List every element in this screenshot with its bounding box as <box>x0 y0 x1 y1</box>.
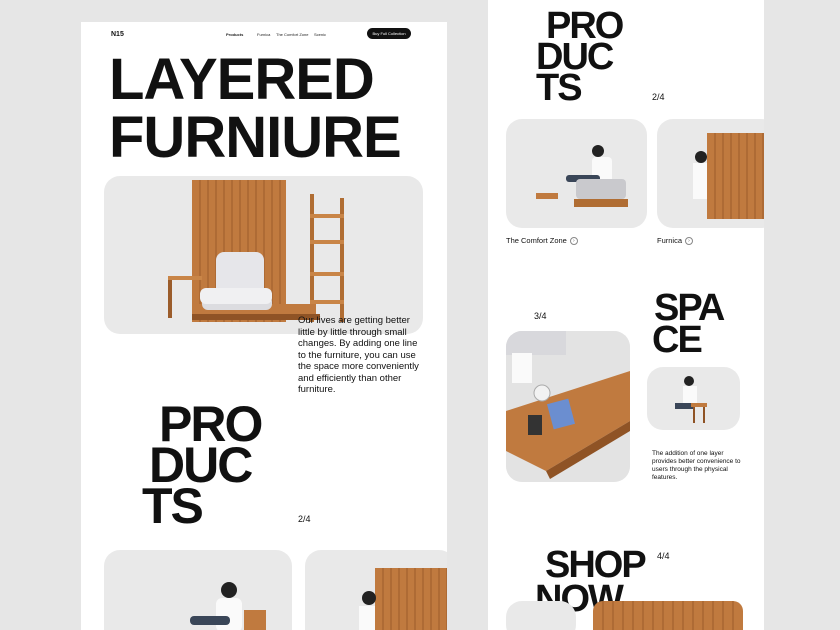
nav-link-furnica[interactable]: Furnica <box>257 32 270 37</box>
detail-image-stool <box>647 367 740 430</box>
hero-line-2: FURNIURE <box>109 105 402 170</box>
hero-product-image <box>104 176 423 334</box>
products-heading-mobile: PRO DUC TS <box>536 7 624 107</box>
space-description: The addition of one layer provides bette… <box>652 450 741 481</box>
page-indicator: 2/4 <box>298 514 311 524</box>
intro-paragraph: Our lives are getting better little by l… <box>298 315 419 395</box>
product-card-furnica[interactable] <box>657 119 764 228</box>
caption-text: Furnica <box>657 236 683 245</box>
hero-line-1: LAYERED <box>109 47 375 112</box>
page-indicator-shop: 4/4 <box>657 551 670 561</box>
landing-page-panel: N15 Products Furnica The Comfort Zone Sc… <box>81 22 447 630</box>
space-heading: SPA CE <box>652 289 725 359</box>
chevron-right-icon: › <box>569 236 578 245</box>
page-indicator-space: 3/4 <box>534 311 547 321</box>
product-card-comfort-zone[interactable] <box>506 119 647 228</box>
product-card-comfort-zone[interactable] <box>104 550 292 630</box>
detail-image-table <box>506 331 630 482</box>
product-card-furnica[interactable] <box>305 550 447 630</box>
shop-line-1: SHOP <box>545 544 647 586</box>
nav-link-products[interactable]: Products <box>226 32 243 37</box>
caption-text: The Comfort Zone <box>506 236 567 245</box>
products-heading: PRO DUC TS <box>142 399 263 531</box>
mobile-panel: PRO DUC TS 2/4 The Comfort Zone › Furnic… <box>488 0 764 630</box>
caption-comfort-zone[interactable]: The Comfort Zone › <box>506 236 578 245</box>
shop-image-left <box>506 601 576 630</box>
page-indicator: 2/4 <box>652 92 665 102</box>
nav-link-comfort-zone[interactable]: The Comfort Zone <box>276 32 308 37</box>
chevron-right-icon: › <box>685 236 694 245</box>
shop-image-wood <box>593 601 743 630</box>
caption-furnica[interactable]: Furnica › <box>657 236 694 245</box>
logo[interactable]: N15 <box>111 31 124 38</box>
hero-title: LAYERED FURNIURE <box>109 47 402 170</box>
nav-link-scenic[interactable]: Scenic <box>314 32 326 37</box>
buy-collection-button[interactable]: Buy Full Collection <box>367 28 411 39</box>
